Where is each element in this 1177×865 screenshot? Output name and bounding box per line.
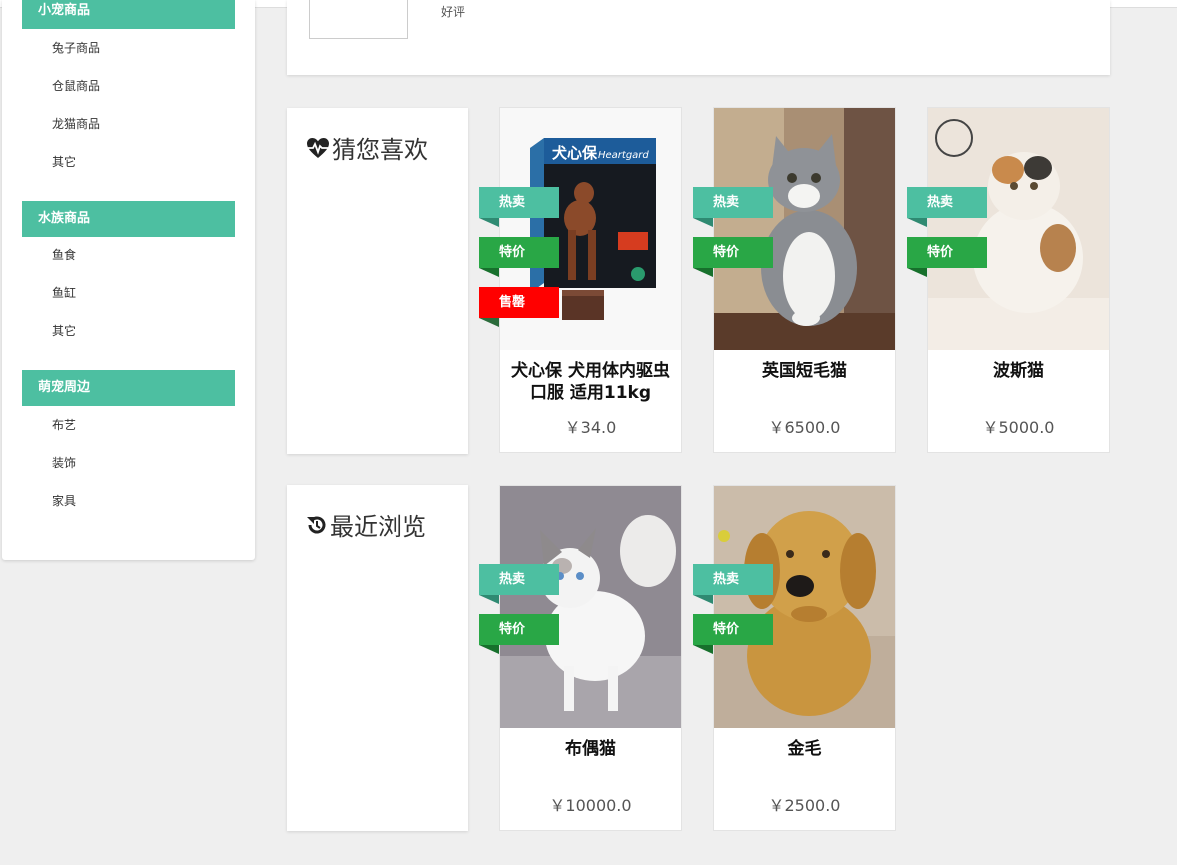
product-name[interactable]: 金毛 [724, 738, 885, 760]
sidebar-item-decoration[interactable]: 装饰 [52, 453, 76, 473]
badge-sale: 特价 [693, 614, 773, 654]
product-card-heartgard[interactable]: 犬心保 Heartgard 犬心保 犬用体内驱虫 口服 适用11kg ￥34.0 [499, 107, 682, 453]
sidebar-item-rabbit[interactable]: 兔子商品 [52, 38, 100, 58]
section-title-guess-text: 猜您喜欢 [332, 136, 428, 164]
heartbeat-icon [307, 137, 329, 158]
badge-hot: 热卖 [907, 187, 987, 227]
product-card-ragdoll[interactable]: 布偶猫 ￥10000.0 [499, 485, 682, 831]
product-price: ￥10000.0 [549, 796, 632, 815]
badge-sale: 特价 [479, 614, 559, 654]
sidebar-item-chinchilla[interactable]: 龙猫商品 [52, 114, 100, 134]
history-icon [307, 516, 326, 533]
recently-viewed-panel: 最近浏览 [287, 485, 468, 831]
review-card: 好评 [287, 0, 1110, 75]
guess-you-like-panel: 猜您喜欢 [287, 108, 468, 454]
sidebar-item-fish-food[interactable]: 鱼食 [52, 245, 76, 265]
sidebar-item-aquatic-other[interactable]: 其它 [52, 321, 76, 341]
svg-text:Heartgard: Heartgard [598, 150, 649, 161]
category-header-pet-accessories[interactable]: 萌宠周边 [22, 370, 235, 406]
sidebar-item-small-other[interactable]: 其它 [52, 152, 76, 172]
sidebar-item-aquarium[interactable]: 鱼缸 [52, 283, 76, 303]
badge-hot: 热卖 [479, 564, 559, 604]
category-header-small-pets[interactable]: 小宠商品 [22, 0, 235, 29]
badge-hot: 热卖 [479, 187, 559, 227]
badge-sale: 特价 [907, 237, 987, 277]
category-sidebar: 小宠商品 兔子商品 仓鼠商品 龙猫商品 其它 水族商品 鱼食 鱼缸 其它 萌宠周… [2, 0, 255, 560]
badge-hot: 热卖 [693, 187, 773, 227]
category-header-aquatic[interactable]: 水族商品 [22, 201, 235, 237]
sidebar-item-fabric[interactable]: 布艺 [52, 415, 76, 435]
product-price: ￥34.0 [564, 418, 617, 437]
badge-soldout: 售罄 [479, 287, 559, 327]
section-title-guess: 猜您喜欢 [306, 130, 428, 165]
product-price: ￥6500.0 [768, 418, 841, 437]
product-image-golden-retriever[interactable] [714, 486, 895, 728]
product-name[interactable]: 波斯猫 [938, 360, 1099, 382]
product-thumbnail[interactable] [309, 0, 408, 39]
product-price: ￥2500.0 [768, 796, 841, 815]
product-image-british-shorthair[interactable] [714, 108, 895, 350]
product-card-golden-retriever[interactable]: 金毛 ￥2500.0 [713, 485, 896, 831]
product-image-ragdoll[interactable] [500, 486, 681, 728]
sidebar-item-furniture[interactable]: 家具 [52, 491, 76, 511]
section-title-recent-text: 最近浏览 [330, 513, 426, 541]
badge-sale: 特价 [479, 237, 559, 277]
section-title-recent: 最近浏览 [306, 507, 426, 542]
product-image-persian[interactable] [928, 108, 1109, 350]
product-name[interactable]: 英国短毛猫 [724, 360, 885, 382]
svg-text:犬心保: 犬心保 [552, 144, 598, 162]
product-card-persian[interactable]: 波斯猫 ￥5000.0 [927, 107, 1110, 453]
badge-sale: 特价 [693, 237, 773, 277]
product-card-british-shorthair[interactable]: 英国短毛猫 ￥6500.0 [713, 107, 896, 453]
product-price: ￥5000.0 [982, 418, 1055, 437]
product-name[interactable]: 犬心保 犬用体内驱虫 口服 适用11kg [510, 360, 671, 404]
badge-hot: 热卖 [693, 564, 773, 604]
sidebar-item-hamster[interactable]: 仓鼠商品 [52, 76, 100, 96]
product-name[interactable]: 布偶猫 [510, 738, 671, 760]
review-label[interactable]: 好评 [441, 3, 465, 20]
